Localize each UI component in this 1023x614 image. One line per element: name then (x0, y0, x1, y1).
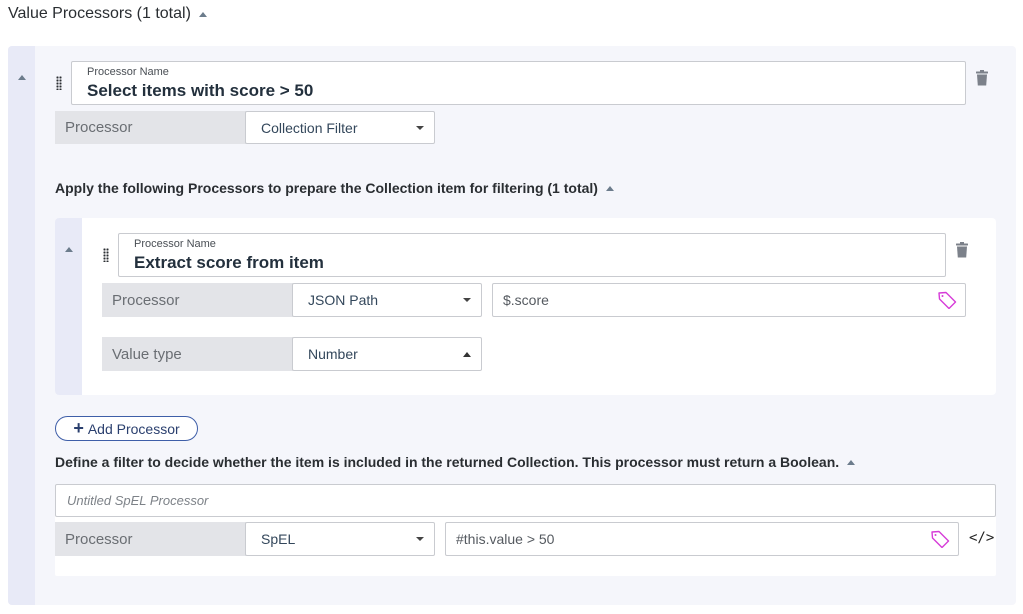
add-processor-button[interactable]: + Add Processor (55, 416, 198, 441)
collapse-caret-icon (17, 75, 26, 80)
filter-section-title: Define a filter to decide whether the it… (55, 454, 840, 470)
drag-handle-icon[interactable] (56, 76, 62, 90)
collapse-caret-icon[interactable] (847, 459, 856, 465)
filter-type-value: SpEL (261, 531, 296, 547)
collapse-caret-icon (64, 247, 73, 252)
dropdown-caret-icon (416, 125, 424, 130)
processor-name-value: Select items with score > 50 (87, 81, 314, 100)
prepare-section-title: Apply the following Processors to prepar… (55, 180, 598, 196)
processor-type-select[interactable]: Collection Filter (245, 111, 435, 144)
value-processors-title: Value Processors (1 total) (8, 5, 191, 22)
collapse-caret-icon[interactable] (605, 185, 614, 191)
spel-expression-value: #this.value > 50 (456, 531, 555, 547)
sub-processor-collapse-rail[interactable] (55, 218, 82, 395)
tag-icon[interactable] (930, 530, 950, 548)
filter-section-header[interactable]: Define a filter to decide whether the it… (55, 454, 856, 470)
sub-processor-type-value: JSON Path (308, 292, 379, 308)
value-type-label: Value type (102, 337, 293, 371)
sub-processor-name-label: Processor Name (134, 238, 216, 250)
sub-processor-type-label: Processor (102, 283, 293, 317)
delete-sub-processor-icon[interactable] (956, 242, 968, 258)
plus-icon: + (73, 417, 84, 438)
dropdown-caret-icon (416, 537, 424, 541)
prepare-section-header[interactable]: Apply the following Processors to prepar… (55, 180, 614, 196)
value-processors-header[interactable]: Value Processors (1 total) (8, 5, 207, 23)
sub-processor-type-select[interactable]: JSON Path (292, 283, 482, 317)
json-path-value: $.score (503, 292, 549, 308)
spel-expression-input[interactable]: #this.value > 50 (445, 522, 959, 556)
drag-handle-icon[interactable] (103, 248, 109, 262)
value-type-value: Number (308, 346, 358, 362)
add-processor-label: Add Processor (87, 420, 180, 437)
processor-collapse-rail[interactable] (8, 46, 35, 605)
filter-type-select[interactable]: SpEL (245, 522, 435, 556)
tag-icon[interactable] (937, 291, 957, 309)
sub-processor-name-value: Extract score from item (134, 253, 324, 272)
processor-name-label: Processor Name (87, 66, 169, 78)
code-editor-icon[interactable]: </> (969, 530, 994, 546)
spel-name-placeholder: Untitled SpEL Processor (67, 493, 209, 508)
collapse-caret-icon[interactable] (198, 11, 207, 17)
json-path-input[interactable]: $.score (492, 283, 966, 317)
processor-name-field[interactable]: Processor Name Select items with score >… (71, 61, 966, 105)
value-type-select[interactable]: Number (292, 337, 482, 371)
processor-type-label: Processor (55, 111, 246, 144)
filter-type-label: Processor (55, 522, 246, 556)
sub-processor-name-field[interactable]: Processor Name Extract score from item (118, 233, 946, 277)
processor-type-value: Collection Filter (261, 119, 358, 136)
delete-processor-icon[interactable] (976, 70, 988, 86)
spel-name-input[interactable]: Untitled SpEL Processor (55, 484, 996, 517)
dropdown-caret-icon (463, 351, 471, 357)
dropdown-caret-icon (463, 298, 471, 302)
